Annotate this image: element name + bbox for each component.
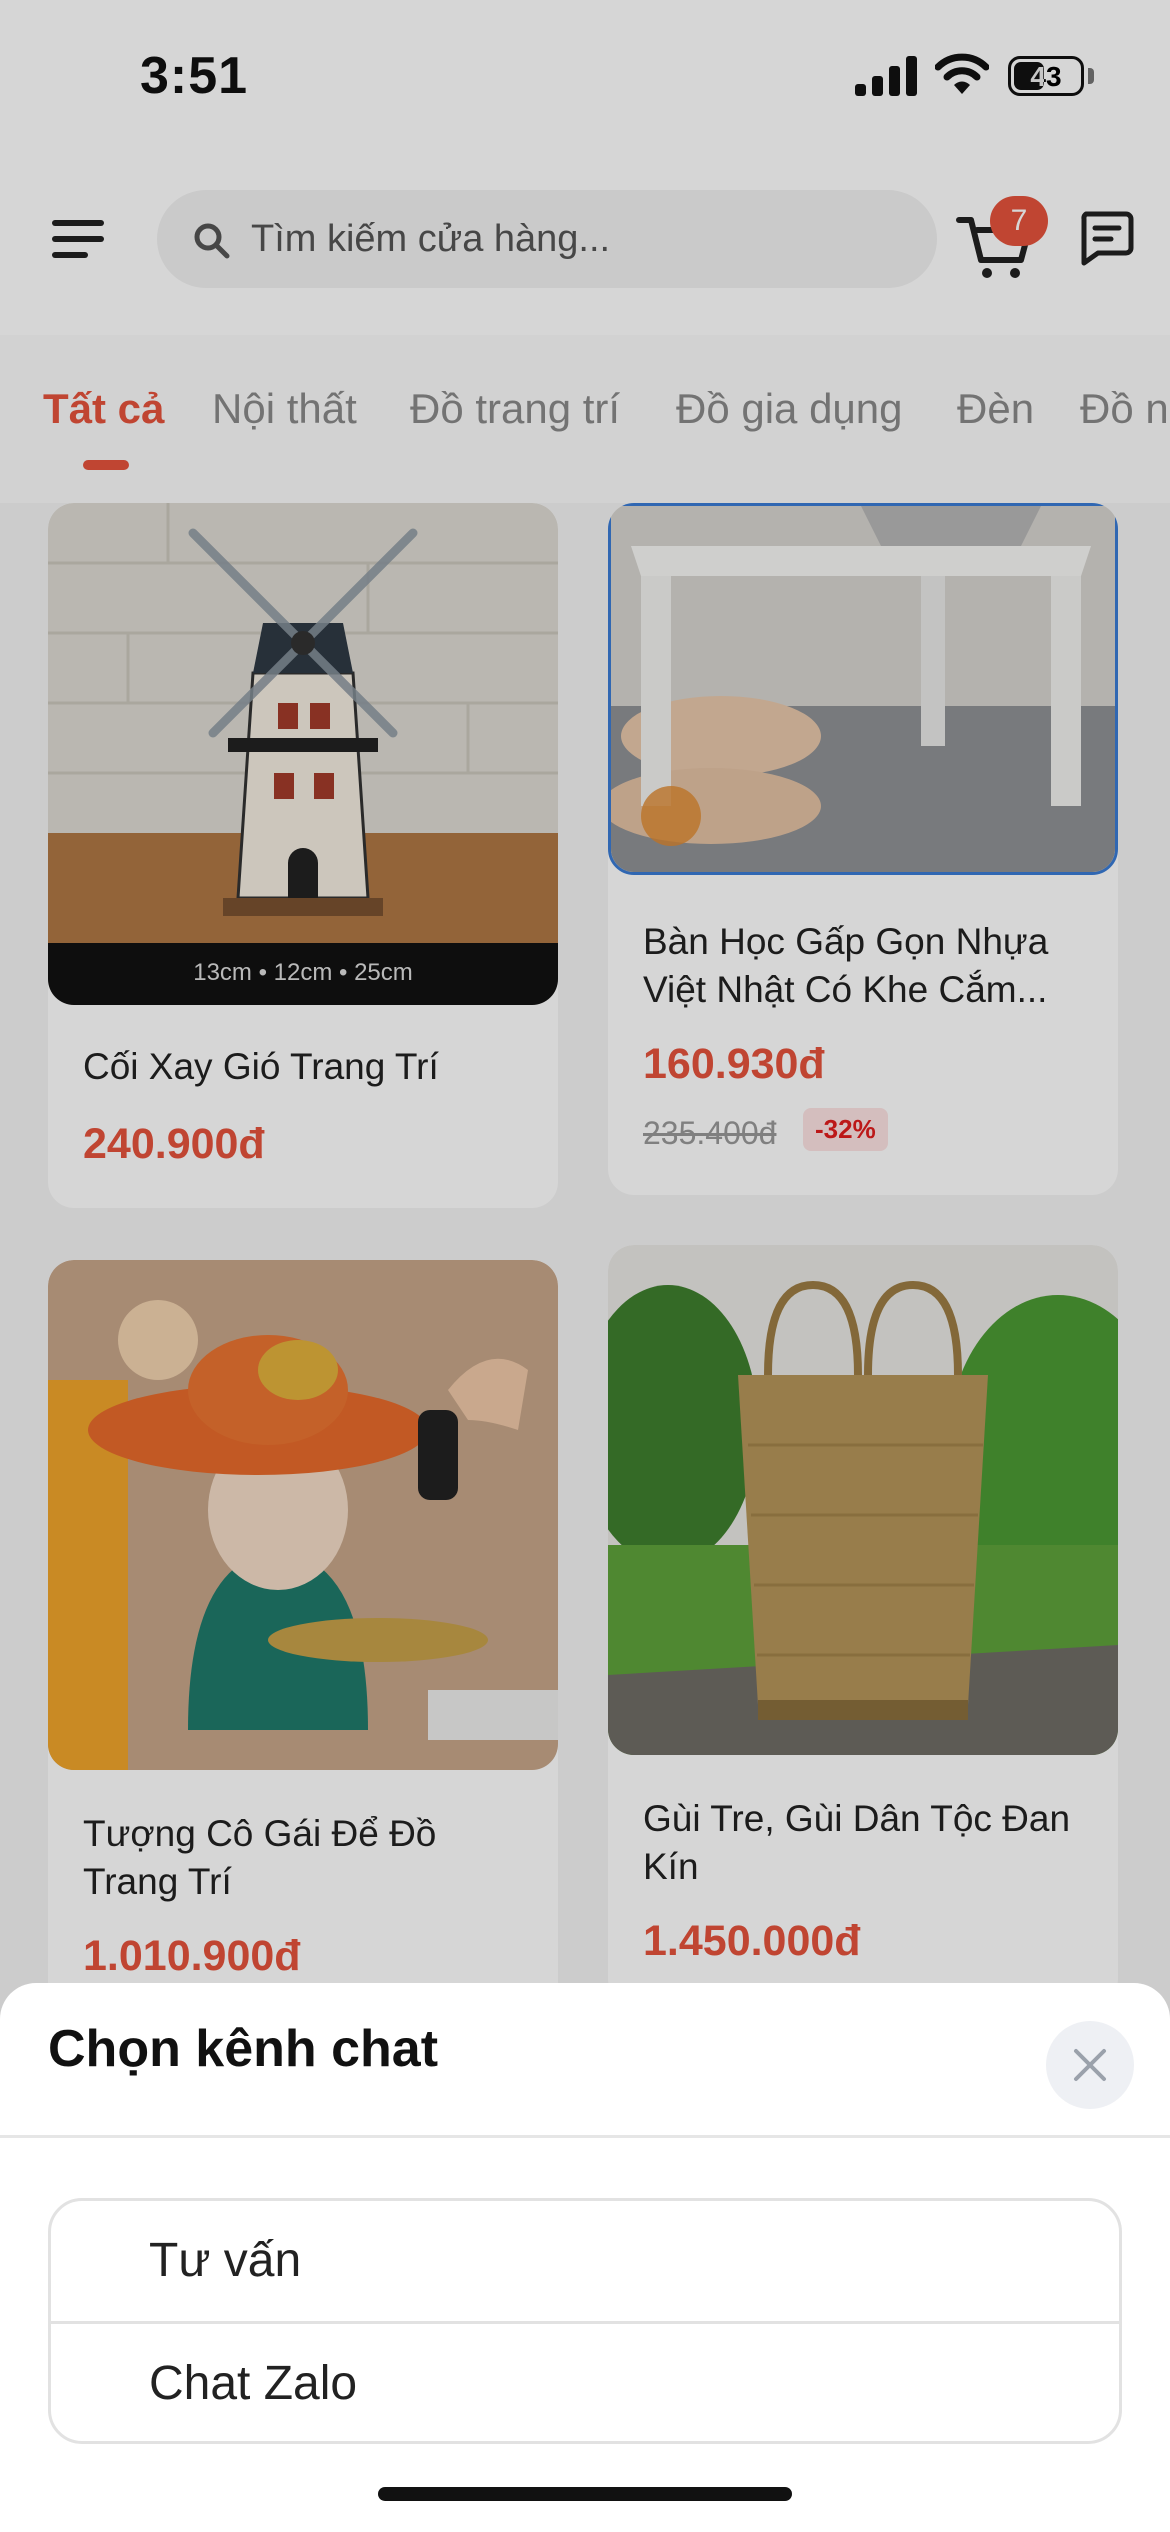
- chat-option-list: Tư vấn Chat Zalo: [48, 2198, 1122, 2444]
- option-label: Tư vấn: [149, 2234, 302, 2287]
- chat-channel-sheet: Chọn kênh chat Tư vấn Chat Zalo: [0, 1983, 1170, 2532]
- option-label: Chat Zalo: [149, 2357, 358, 2410]
- sheet-divider: [0, 2135, 1170, 2138]
- close-button[interactable]: [1046, 2021, 1134, 2109]
- option-consult[interactable]: Tư vấn: [51, 2201, 1119, 2321]
- sheet-title: Chọn kênh chat: [48, 2020, 439, 2078]
- home-indicator[interactable]: [378, 2487, 792, 2501]
- option-zalo[interactable]: Chat Zalo: [51, 2324, 1119, 2441]
- close-icon: [1074, 2049, 1106, 2081]
